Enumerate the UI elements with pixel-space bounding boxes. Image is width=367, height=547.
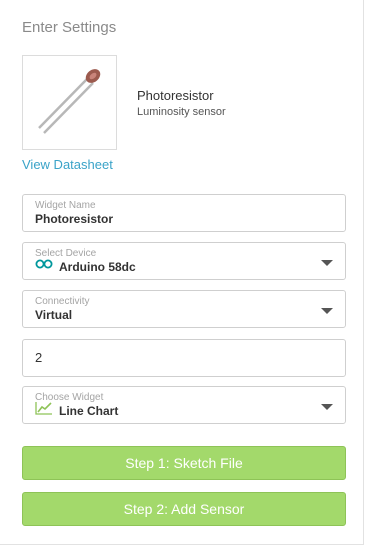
chevron-down-icon[interactable] xyxy=(321,404,333,410)
sensor-description: Luminosity sensor xyxy=(137,106,226,118)
settings-panel: Enter Settings Photoresistor Luminosity … xyxy=(0,0,364,545)
connectivity-select[interactable]: Connectivity Virtual xyxy=(22,290,346,328)
device-select-label: Select Device xyxy=(35,248,97,259)
widget-type-select[interactable]: Choose Widget Line Chart xyxy=(22,386,346,424)
step1-sketch-file-button[interactable]: Step 1: Sketch File xyxy=(22,446,346,480)
arduino-icon xyxy=(35,259,53,269)
sensor-image xyxy=(22,55,117,150)
panel-title: Enter Settings xyxy=(22,19,117,36)
widget-name-label: Widget Name xyxy=(35,200,96,211)
device-select[interactable]: Select Device Arduino 58dc xyxy=(22,242,346,280)
step2-add-sensor-button[interactable]: Step 2: Add Sensor xyxy=(22,492,346,526)
photoresistor-image xyxy=(38,69,101,134)
view-datasheet-link[interactable]: View Datasheet xyxy=(22,157,113,172)
line-chart-icon xyxy=(35,402,52,415)
sensor-name: Photoresistor xyxy=(137,88,214,103)
widget-type-value: Line Chart xyxy=(59,404,119,418)
widget-name-value[interactable]: Photoresistor xyxy=(35,213,113,225)
pin-input[interactable]: 2 xyxy=(22,339,346,377)
connectivity-value: Virtual xyxy=(35,308,73,322)
chevron-down-icon[interactable] xyxy=(321,260,333,266)
device-select-value: Arduino 58dc xyxy=(59,260,136,274)
widget-name-field[interactable]: Widget Name Photoresistor xyxy=(22,194,346,232)
chevron-down-icon[interactable] xyxy=(321,308,333,314)
connectivity-label: Connectivity xyxy=(35,296,90,307)
pin-input-value[interactable]: 2 xyxy=(35,351,42,364)
